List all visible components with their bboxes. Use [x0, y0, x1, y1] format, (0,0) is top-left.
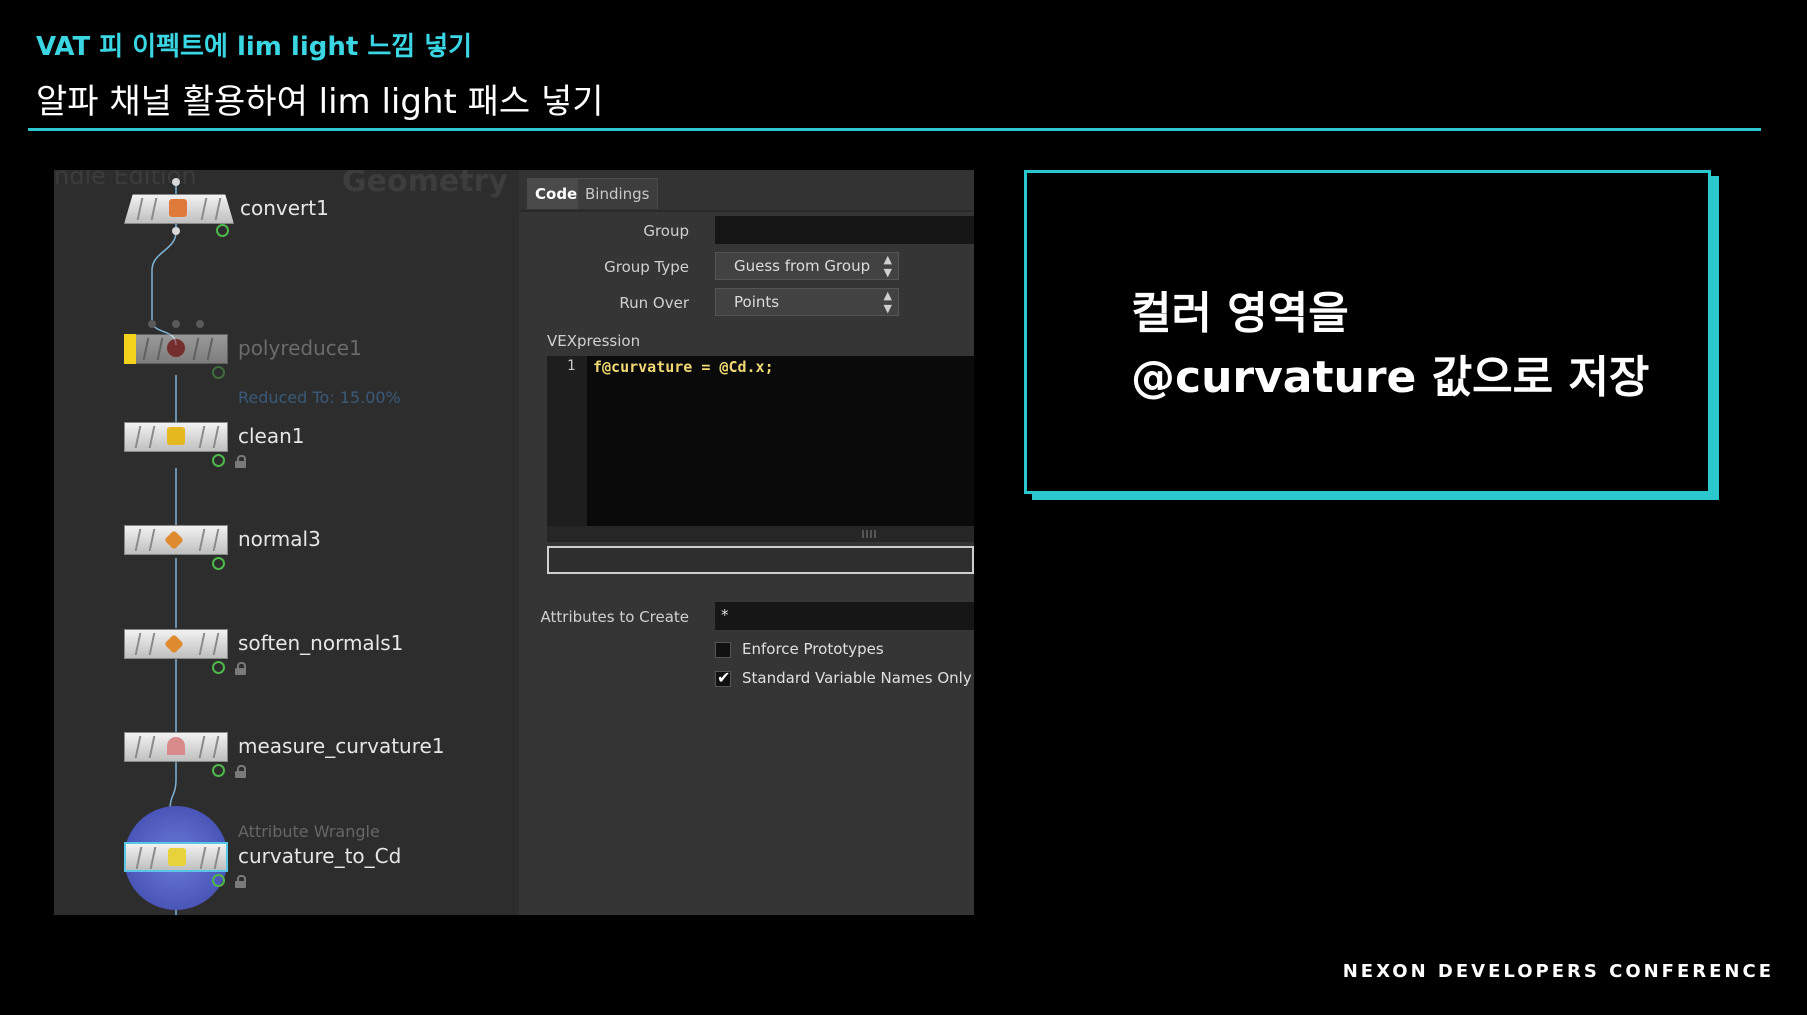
group-field[interactable] [715, 216, 974, 244]
node-type-label: Attribute Wrangle [238, 822, 380, 841]
callout-line-2: @curvature 값으로 저장 [1131, 352, 1650, 403]
display-flag[interactable] [212, 661, 225, 674]
standard-variable-names-checkbox[interactable] [715, 668, 731, 687]
updown-arrows-icon: ▲ ▼ [883, 253, 892, 279]
callout-line-1: 컬러 영역을 [1131, 288, 1349, 339]
code-line: f@curvature = @Cd.x; [593, 358, 774, 376]
node-name: measure_curvature1 [238, 734, 445, 758]
display-flag[interactable] [212, 366, 225, 379]
line-gutter: 1 [547, 356, 587, 526]
vexpression-label: VEXpression [547, 332, 641, 350]
display-flag[interactable] [212, 557, 225, 570]
bypass-flag[interactable] [124, 334, 136, 364]
lock-icon[interactable] [235, 764, 246, 778]
standard-variable-names-label: Standard Variable Names Only [742, 669, 972, 687]
lock-icon[interactable] [235, 454, 246, 468]
houdini-screenshot: ndle Edition Geometry convert1 polyreduc… [54, 170, 974, 915]
code-snippet-input[interactable] [547, 546, 974, 574]
node-tile[interactable] [124, 334, 228, 364]
node-name: convert1 [240, 196, 329, 220]
network-editor: ndle Edition Geometry convert1 polyreduc… [54, 170, 519, 915]
tab-bindings[interactable]: Bindings [577, 178, 658, 209]
line-number: 1 [567, 358, 576, 374]
run-over-label: Run Over [619, 294, 689, 312]
display-flag[interactable] [212, 874, 225, 887]
resize-grip-icon[interactable] [862, 530, 876, 538]
node-name: clean1 [238, 424, 305, 448]
attributes-to-create-value: * [721, 606, 729, 624]
input-port[interactable] [172, 320, 180, 328]
enforce-prototypes-label: Enforce Prototypes [742, 640, 884, 658]
input-port[interactable] [172, 178, 180, 186]
title-divider [28, 128, 1761, 131]
slide-subtitle: VAT 피 이펙트에 lim light 느낌 넣기 [36, 32, 473, 62]
node-tile[interactable] [124, 525, 228, 555]
conference-logo-text: NEXON DEVELOPERS CONFERENCE [1342, 961, 1774, 982]
polyreduce-icon [167, 339, 185, 357]
node-tile[interactable] [124, 842, 228, 872]
lock-icon[interactable] [235, 661, 246, 675]
enforce-prototypes-checkbox[interactable] [715, 642, 731, 658]
input-port[interactable] [196, 320, 204, 328]
node-name: curvature_to_Cd [238, 844, 402, 868]
normal-icon [164, 634, 184, 654]
lock-icon[interactable] [235, 874, 246, 888]
node-name: polyreduce1 [238, 336, 362, 360]
callout-box: 컬러 영역을 @curvature 값으로 저장 [1024, 170, 1711, 494]
group-type-value: Guess from Group [734, 257, 871, 275]
node-info-text: Reduced To: 15.00% [238, 388, 401, 407]
node-tile[interactable] [124, 422, 228, 452]
code-editor-resize-bar[interactable] [547, 526, 974, 542]
vex-code-editor[interactable]: 1 f@curvature = @Cd.x; [547, 356, 974, 526]
group-type-label: Group Type [604, 258, 689, 276]
group-type-dropdown[interactable]: Guess from Group ▲ ▼ [715, 252, 899, 280]
slide-title: 알파 채널 활용하여 lim light 패스 넣기 [36, 82, 604, 122]
convert-icon [169, 199, 187, 217]
run-over-value: Points [734, 293, 780, 311]
curvature-icon [167, 737, 185, 755]
node-tile[interactable] [124, 732, 228, 762]
node-tile[interactable] [124, 629, 228, 659]
display-flag[interactable] [216, 224, 229, 237]
run-over-dropdown[interactable]: Points ▲ ▼ [715, 288, 899, 316]
display-flag[interactable] [212, 454, 225, 467]
input-port[interactable] [148, 320, 156, 328]
group-label: Group [643, 222, 689, 240]
output-port[interactable] [172, 227, 180, 235]
wrangle-icon [168, 848, 186, 866]
node-name: soften_normals1 [238, 631, 404, 655]
node-name: normal3 [238, 527, 321, 551]
attributes-to-create-field[interactable]: * [715, 602, 974, 630]
display-flag[interactable] [212, 764, 225, 777]
node-tile[interactable] [124, 194, 234, 224]
broom-icon [167, 427, 185, 445]
parameter-pane: Code Bindings Group Group Type Guess fro… [519, 170, 974, 915]
param-tabbar: Code Bindings [519, 170, 974, 212]
updown-arrows-icon: ▲ ▼ [883, 289, 892, 315]
normal-icon [164, 530, 184, 550]
attributes-to-create-label: Attributes to Create [540, 608, 689, 626]
